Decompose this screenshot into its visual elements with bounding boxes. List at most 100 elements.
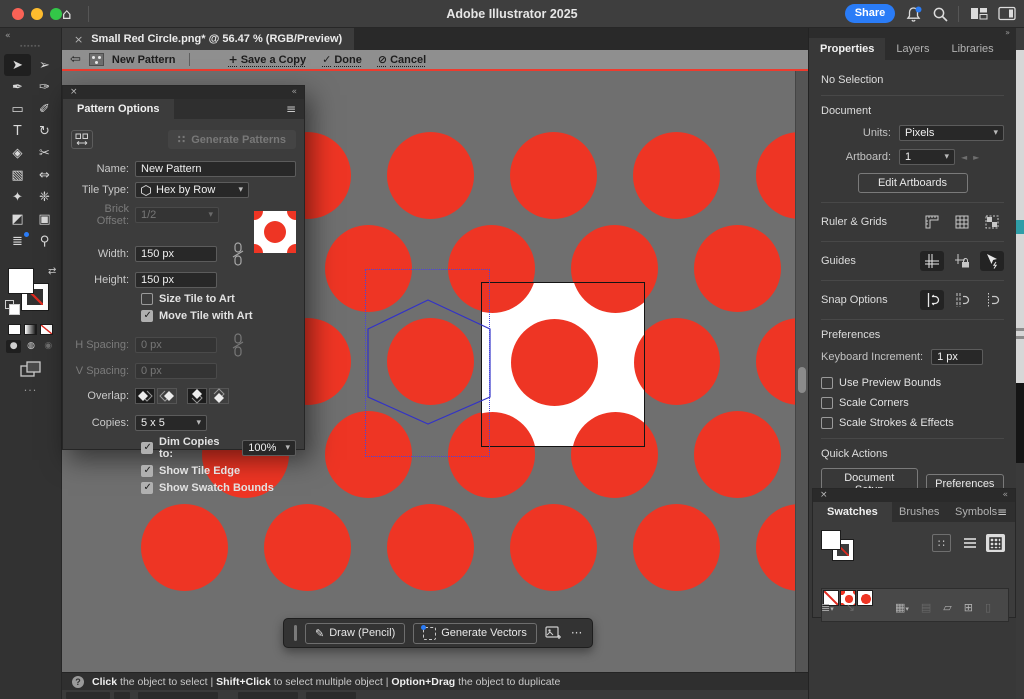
- pen-tool[interactable]: ✒: [4, 76, 31, 98]
- color-button[interactable]: [8, 324, 21, 335]
- delete-swatch-icon[interactable]: ▯: [985, 601, 991, 614]
- status-extra-box[interactable]: [306, 692, 356, 699]
- swap-fill-stroke-icon[interactable]: ⇄: [48, 266, 56, 277]
- scissors-tool[interactable]: ✂: [31, 142, 58, 164]
- new-swatch-icon[interactable]: ⊞: [964, 601, 973, 614]
- paintbrush-tool[interactable]: ✐: [31, 98, 58, 120]
- link-spacing-broken-icon[interactable]: [231, 332, 245, 358]
- tile-type-select[interactable]: Hex by Row ▾: [135, 182, 249, 198]
- generate-vectors-button[interactable]: Generate Vectors: [413, 623, 537, 644]
- snap-to-grid-button[interactable]: [950, 290, 974, 310]
- intertwine-tool[interactable]: ≣: [4, 230, 31, 252]
- show-swatch-bounds-checkbox[interactable]: [141, 482, 153, 494]
- rotate-tool[interactable]: ↻: [31, 120, 58, 142]
- panel-toggle-icon[interactable]: [998, 6, 1016, 21]
- gradient-button[interactable]: [24, 324, 37, 335]
- grid-view-button[interactable]: [986, 534, 1005, 552]
- reference-image-icon[interactable]: [545, 626, 563, 641]
- tab-layers[interactable]: Layers: [885, 38, 940, 60]
- new-color-group-icon[interactable]: ▱: [943, 601, 951, 614]
- h-spacing-input[interactable]: 0 px: [135, 337, 217, 353]
- units-select[interactable]: Pixels ▾: [899, 125, 1004, 141]
- pattern-tile[interactable]: [481, 282, 645, 447]
- show-swatch-kinds-button[interactable]: ∷: [932, 534, 951, 552]
- overlap-left-in-front-button[interactable]: [135, 388, 155, 404]
- swatch-options-icon[interactable]: ▤: [921, 601, 931, 614]
- collapse-panel-icon[interactable]: «: [291, 87, 297, 97]
- width-tool[interactable]: ⇔: [31, 164, 58, 186]
- swatches-menu-icon[interactable]: ≡: [997, 505, 1007, 519]
- lock-guides-button[interactable]: [950, 251, 974, 271]
- none-button[interactable]: [40, 324, 53, 335]
- draw-inside-icon[interactable]: ◉: [41, 340, 56, 353]
- fill-color-well[interactable]: [8, 268, 34, 294]
- collapse-tools-icon[interactable]: «: [5, 31, 11, 41]
- brick-offset-select[interactable]: 1/2 ▾: [135, 207, 219, 223]
- copies-select[interactable]: 5 x 5 ▾: [135, 415, 207, 431]
- scrollbar-thumb[interactable]: [798, 367, 806, 393]
- use-preview-bounds-checkbox[interactable]: [821, 377, 833, 389]
- tab-libraries[interactable]: Libraries: [940, 38, 1004, 60]
- tab-swatches[interactable]: Swatches: [813, 502, 892, 522]
- previous-artboard-icon[interactable]: ◄: [961, 153, 967, 162]
- artboard-select[interactable]: 1 ▾: [899, 149, 955, 165]
- taskbar-drag-handle[interactable]: [294, 625, 297, 641]
- width-input[interactable]: 150 px: [135, 246, 217, 262]
- swatch-kinds-icon[interactable]: ▦▾: [895, 601, 909, 614]
- cancel-button[interactable]: ⊘ Cancel: [378, 53, 426, 66]
- taskbar-more-icon[interactable]: ···: [571, 626, 582, 640]
- expand-dock-icon[interactable]: »: [1005, 28, 1010, 37]
- close-tab-icon[interactable]: ×: [74, 33, 83, 46]
- generate-patterns-button[interactable]: ∷ Generate Patterns: [168, 130, 296, 149]
- snap-to-pixel-button[interactable]: [980, 290, 1004, 310]
- close-panel-icon[interactable]: ×: [70, 87, 78, 97]
- close-swatches-icon[interactable]: ×: [820, 490, 828, 500]
- collapse-swatches-icon[interactable]: «: [1002, 490, 1008, 500]
- eyedropper-tool[interactable]: ✦: [4, 186, 31, 208]
- pattern-name-input[interactable]: New Pattern: [135, 161, 296, 177]
- dim-copies-select[interactable]: 100% ▾: [242, 440, 296, 456]
- scale-strokes-effects-checkbox[interactable]: [821, 417, 833, 429]
- overlap-top-in-front-button[interactable]: [187, 388, 207, 404]
- show-tile-edge-checkbox[interactable]: [141, 465, 153, 477]
- draw-pencil-button[interactable]: ✎ Draw (Pencil): [305, 623, 405, 644]
- done-button[interactable]: ✓ Done: [322, 53, 362, 66]
- workspace-switcher-icon[interactable]: [970, 6, 988, 21]
- show-grid-button[interactable]: [950, 212, 974, 232]
- zoom-caret-box[interactable]: [114, 692, 130, 699]
- notifications-bell-icon[interactable]: [905, 6, 922, 23]
- pattern-tile-tool-button[interactable]: [71, 130, 93, 149]
- overlap-bottom-in-front-button[interactable]: [209, 388, 229, 404]
- add-to-library-icon[interactable]: ↘: [846, 601, 855, 614]
- back-arrow-icon[interactable]: ⇦: [70, 52, 81, 67]
- artboard-tool[interactable]: ▣: [31, 208, 58, 230]
- zoom-level-box[interactable]: [66, 692, 110, 699]
- status-display-box[interactable]: [238, 692, 298, 699]
- direct-selection-tool[interactable]: ➢: [31, 54, 58, 76]
- show-guides-button[interactable]: [920, 251, 944, 271]
- rectangle-tool[interactable]: ▭: [4, 98, 31, 120]
- eraser-tool[interactable]: ◈: [4, 142, 31, 164]
- draw-behind-icon[interactable]: ◍: [23, 340, 38, 353]
- type-tool[interactable]: T: [4, 120, 31, 142]
- save-a-copy-button[interactable]: + Save a Copy: [228, 53, 306, 66]
- panel-menu-icon[interactable]: ≡: [286, 102, 296, 116]
- link-dimensions-broken-icon[interactable]: [231, 241, 245, 267]
- keyboard-increment-input[interactable]: 1 px: [931, 349, 983, 365]
- size-tile-to-art-checkbox[interactable]: [141, 293, 153, 305]
- overlap-right-in-front-button[interactable]: [157, 388, 177, 404]
- move-tile-with-art-checkbox[interactable]: [141, 310, 153, 322]
- edit-toolbar-icon[interactable]: ···: [0, 384, 61, 397]
- search-icon[interactable]: [932, 6, 949, 23]
- snap-to-point-button[interactable]: [920, 290, 944, 310]
- symbol-sprayer-tool[interactable]: ❈: [31, 186, 58, 208]
- next-artboard-icon[interactable]: ►: [973, 153, 979, 162]
- edit-artboards-button[interactable]: Edit Artboards: [858, 173, 968, 193]
- gradient-tool[interactable]: ▧: [4, 164, 31, 186]
- show-transparency-grid-button[interactable]: [980, 212, 1004, 232]
- default-fill-stroke-icon[interactable]: [5, 300, 14, 309]
- draw-normal-icon[interactable]: ●: [6, 340, 21, 353]
- document-tab[interactable]: × Small Red Circle.png* @ 56.47 % (RGB/P…: [62, 28, 354, 50]
- screen-mode-icon[interactable]: [20, 360, 42, 378]
- tab-properties[interactable]: Properties: [809, 38, 885, 60]
